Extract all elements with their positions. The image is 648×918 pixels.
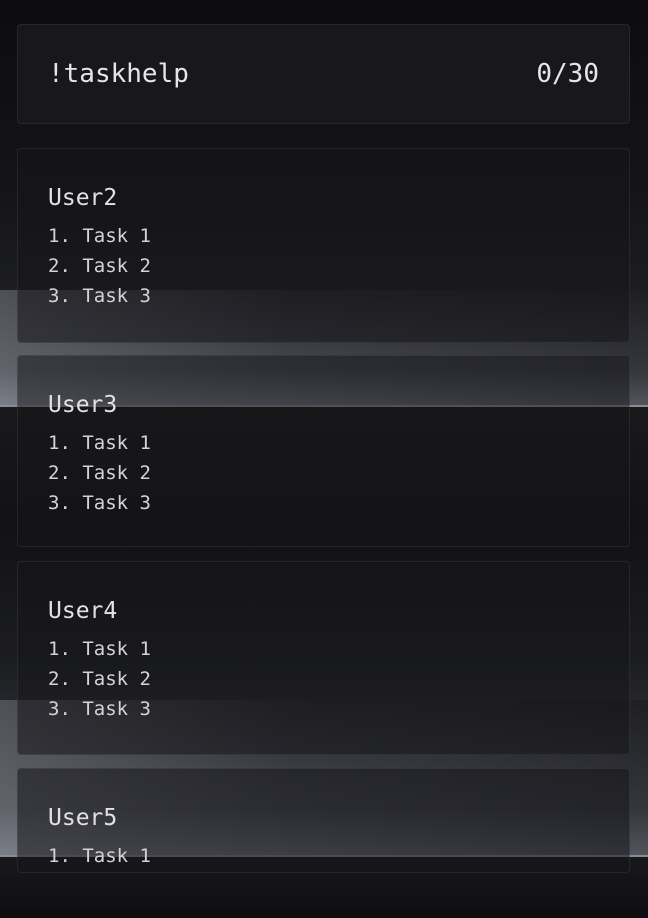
command-text: !taskhelp	[48, 59, 189, 89]
task-item: 2. Task 2	[48, 462, 151, 484]
task-item: 3. Task 3	[48, 285, 151, 307]
user-name: User5	[48, 805, 118, 831]
task-item: 1. Task 1	[48, 432, 151, 454]
task-item: 1. Task 1	[48, 638, 151, 660]
user-task-card: User3 1. Task 1 2. Task 2 3. Task 3	[17, 355, 630, 547]
task-counter: 0/30	[536, 59, 599, 89]
task-item: 1. Task 1	[48, 845, 151, 867]
task-item: 3. Task 3	[48, 492, 151, 514]
user-name: User2	[48, 185, 118, 211]
command-header: !taskhelp 0/30	[17, 24, 630, 124]
user-task-card: User4 1. Task 1 2. Task 2 3. Task 3	[17, 561, 630, 755]
task-item: 1. Task 1	[48, 225, 151, 247]
user-task-card: User5 1. Task 1	[17, 768, 630, 873]
user-name: User4	[48, 598, 118, 624]
task-item: 3. Task 3	[48, 698, 151, 720]
task-item: 2. Task 2	[48, 255, 151, 277]
user-name: User3	[48, 392, 118, 418]
user-task-card: User2 1. Task 1 2. Task 2 3. Task 3	[17, 148, 630, 343]
task-item: 2. Task 2	[48, 668, 151, 690]
